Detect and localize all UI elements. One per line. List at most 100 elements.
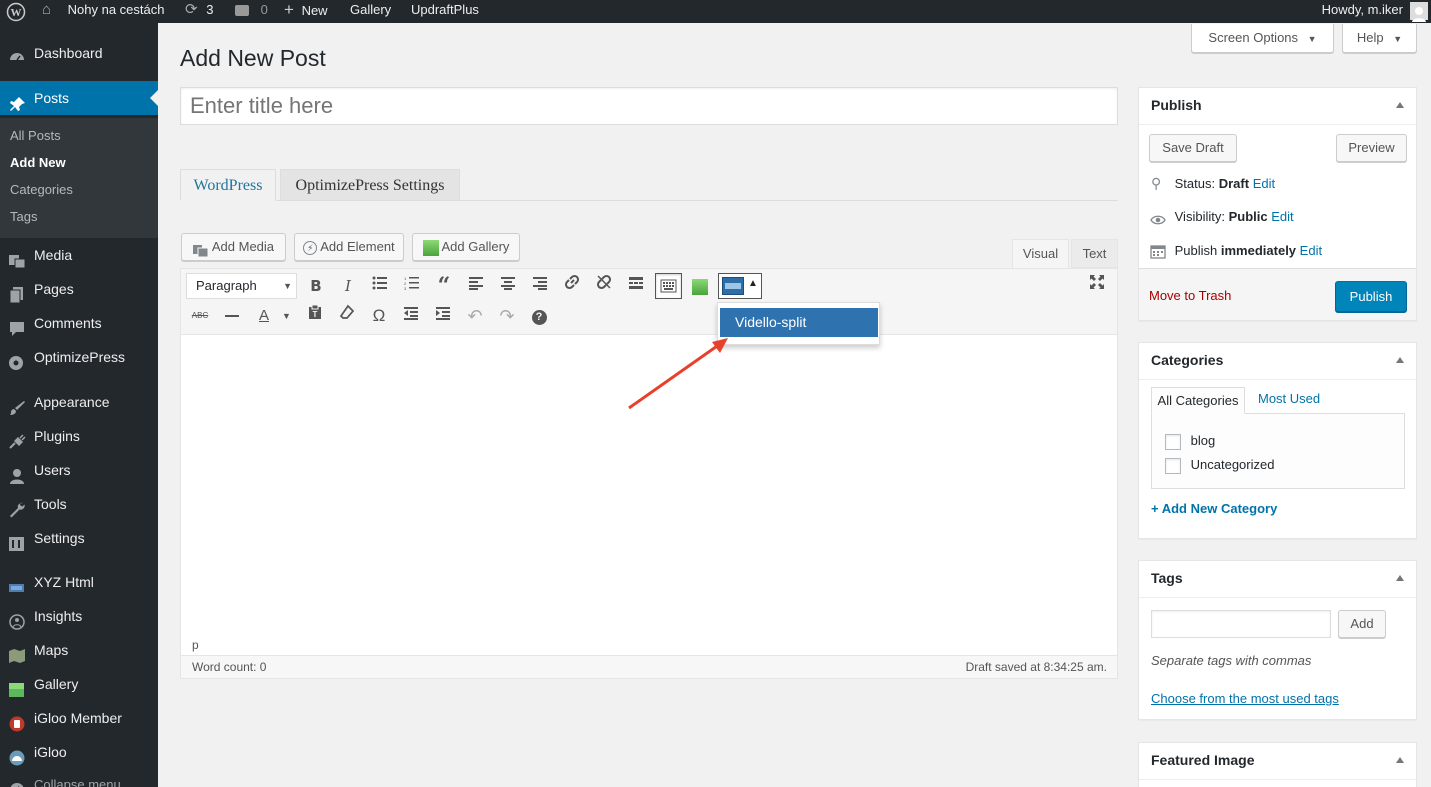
menu-igloo-member[interactable]: iGloo Member — [0, 701, 158, 735]
howdy-user[interactable]: Howdy, m.iker — [1322, 0, 1403, 23]
admin-sidebar: Dashboard Posts All Posts Add New Catego… — [0, 23, 158, 787]
unlink-icon[interactable] — [591, 274, 617, 298]
add-new-category-link[interactable]: + Add New Category — [1151, 501, 1277, 516]
collapse-toggle-icon[interactable] — [1396, 357, 1404, 363]
tag-input[interactable] — [1151, 610, 1331, 638]
menu-dashboard[interactable]: Dashboard — [0, 36, 158, 70]
submenu-all-posts[interactable]: All Posts — [10, 128, 61, 143]
text-tab[interactable]: Text — [1071, 239, 1118, 268]
menu-igloo[interactable]: iGloo — [0, 735, 158, 769]
annotation-arrow-icon — [628, 338, 728, 410]
format-select[interactable]: Paragraph ▼ — [186, 273, 297, 299]
text-color-icon[interactable]: A — [251, 304, 277, 328]
move-to-trash-link[interactable]: Move to Trash — [1149, 288, 1231, 303]
site-name-link[interactable]: ⌂ Nohy na cestách — [42, 0, 164, 23]
undo-icon[interactable]: ↶ — [462, 304, 488, 328]
keyboard-help-icon[interactable]: ? — [526, 304, 552, 328]
italic-icon[interactable]: I — [335, 274, 361, 298]
updates-link[interactable]: ⟳ 3 — [185, 0, 213, 23]
avatar[interactable] — [1410, 2, 1428, 22]
save-draft-button[interactable]: Save Draft — [1149, 134, 1237, 162]
help-button[interactable]: Help ▼ — [1342, 24, 1417, 53]
align-right-icon[interactable] — [527, 274, 553, 298]
gallery-square-icon — [422, 239, 439, 256]
comments-link[interactable]: 0 — [235, 0, 268, 23]
category-label: Uncategorized — [1190, 457, 1275, 472]
menu-media[interactable]: Media — [0, 238, 158, 272]
horizontal-line-icon[interactable] — [219, 304, 245, 328]
add-media-button[interactable]: Add Media — [181, 233, 286, 261]
submenu-categories[interactable]: Categories — [10, 182, 73, 197]
categories-box-title: Categories — [1151, 352, 1224, 368]
gallery-square-icon[interactable] — [692, 279, 708, 295]
publish-date-edit-link[interactable]: Edit — [1300, 243, 1322, 258]
add-gallery-button[interactable]: Add Gallery — [412, 233, 520, 261]
clear-formatting-icon[interactable] — [334, 304, 360, 328]
menu-appearance[interactable]: Appearance — [0, 385, 158, 419]
tab-all-categories[interactable]: All Categories — [1151, 387, 1245, 414]
screen-options-button[interactable]: Screen Options ▼ — [1191, 24, 1334, 53]
updraftplus-link[interactable]: UpdraftPlus — [411, 0, 479, 23]
collapse-toggle-icon[interactable] — [1396, 102, 1404, 108]
outdent-icon[interactable] — [398, 304, 424, 328]
strikethrough-icon[interactable]: ABC — [187, 304, 213, 328]
collapse-toggle-icon[interactable] — [1396, 575, 1404, 581]
html-dropdown-button[interactable]: ▲ — [718, 273, 762, 299]
menu-users[interactable]: Users — [0, 453, 158, 487]
post-title-input[interactable] — [180, 87, 1118, 125]
choose-most-used-tags-link[interactable]: Choose from the most used tags — [1151, 691, 1339, 706]
submenu-tags[interactable]: Tags — [10, 209, 37, 224]
insert-link-icon[interactable] — [559, 274, 585, 298]
collapse-toggle-icon[interactable] — [1396, 757, 1404, 763]
category-item[interactable]: blog — [1165, 433, 1215, 450]
visual-tab[interactable]: Visual — [1012, 239, 1069, 268]
paste-as-text-icon[interactable]: T — [302, 304, 328, 328]
menu-posts[interactable]: Posts — [0, 81, 158, 115]
indent-icon[interactable] — [430, 304, 456, 328]
collapse-menu[interactable]: Collapse menu — [0, 768, 158, 787]
visibility-edit-link[interactable]: Edit — [1271, 209, 1293, 224]
caret-down-icon[interactable]: ▼ — [282, 311, 291, 321]
menu-label: Settings — [34, 530, 85, 546]
bulleted-list-icon[interactable] — [367, 274, 393, 298]
numbered-list-icon[interactable]: 123 — [399, 274, 425, 298]
blockquote-icon[interactable]: “ — [431, 274, 457, 298]
wordpress-logo-icon[interactable]: W — [6, 1, 26, 24]
toolbar-toggle-icon[interactable] — [655, 273, 682, 299]
menu-settings[interactable]: Settings — [0, 521, 158, 555]
preview-button[interactable]: Preview — [1336, 134, 1407, 162]
add-tag-button[interactable]: Add — [1338, 610, 1386, 638]
read-more-icon[interactable] — [623, 274, 649, 298]
pushpin-icon — [8, 90, 26, 111]
special-character-icon[interactable]: Ω — [366, 304, 392, 328]
menu-optimizepress[interactable]: OptimizePress — [0, 340, 158, 374]
menu-plugins[interactable]: Plugins — [0, 419, 158, 453]
plugin-icon — [8, 428, 26, 449]
tab-optimizepress-settings[interactable]: OptimizePress Settings — [280, 169, 460, 201]
add-element-button[interactable]: ⚡ Add Element — [294, 233, 404, 261]
status-edit-link[interactable]: Edit — [1253, 176, 1275, 191]
dropdown-item-vidello-split[interactable]: Vidello-split — [720, 308, 878, 337]
menu-gallery[interactable]: Gallery — [0, 667, 158, 701]
submenu-add-new[interactable]: Add New — [10, 155, 66, 170]
menu-xyz-html[interactable]: XYZ Html — [0, 565, 158, 599]
menu-maps[interactable]: Maps — [0, 633, 158, 667]
page-title: Add New Post — [180, 45, 326, 71]
publish-button[interactable]: Publish — [1335, 281, 1407, 312]
align-left-icon[interactable] — [463, 274, 489, 298]
category-item[interactable]: Uncategorized — [1165, 457, 1274, 474]
redo-icon[interactable]: ↷ — [494, 304, 520, 328]
fullscreen-icon[interactable] — [1084, 274, 1110, 298]
gallery-link[interactable]: Gallery — [350, 0, 391, 23]
checkbox[interactable] — [1165, 433, 1181, 450]
tab-wordpress[interactable]: WordPress — [180, 169, 276, 201]
menu-tools[interactable]: Tools — [0, 487, 158, 521]
tab-most-used[interactable]: Most Used — [1258, 391, 1320, 406]
align-center-icon[interactable] — [495, 274, 521, 298]
bold-icon[interactable]: B — [303, 274, 329, 298]
new-content-link[interactable]: + New — [284, 0, 328, 23]
menu-insights[interactable]: Insights — [0, 599, 158, 633]
checkbox[interactable] — [1165, 457, 1181, 474]
menu-pages[interactable]: Pages — [0, 272, 158, 306]
menu-comments[interactable]: Comments — [0, 306, 158, 340]
